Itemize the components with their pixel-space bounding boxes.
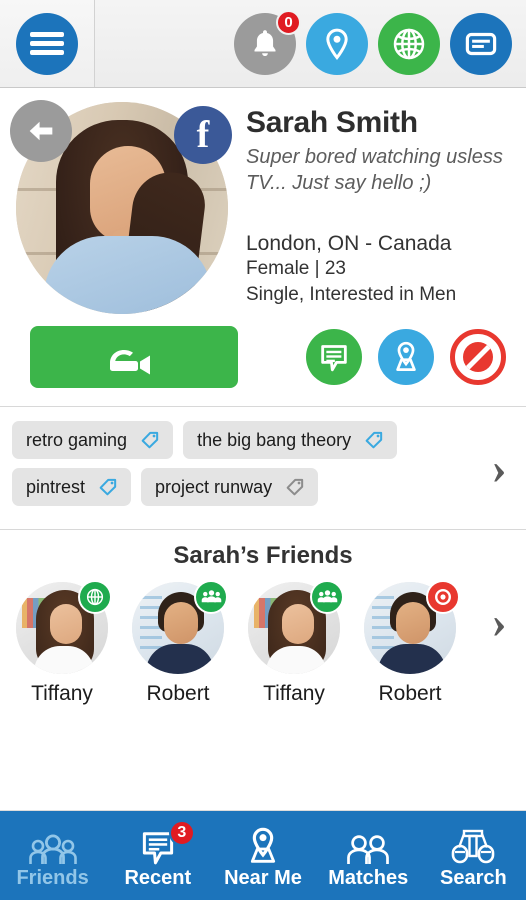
status-badge (194, 580, 228, 614)
nav-item-search[interactable]: Search (421, 811, 526, 900)
facebook-icon[interactable]: f (174, 106, 232, 164)
target-icon (435, 589, 451, 605)
profile-meta: London, ON - Canada Female | 23 Single, … (246, 232, 510, 307)
profile-photo-wrap: f (10, 100, 232, 314)
profile-info: Sarah Smith Super bored watching usless … (228, 102, 510, 314)
profile-relationship: Single, Interested in Men (246, 283, 457, 305)
facebook-glyph: f (196, 114, 210, 156)
app-root: 0 f Sarah Smith Super bored watching usl… (0, 0, 526, 900)
tag-label: project runway (155, 476, 273, 497)
bottom-navigation: Friends 3 Recent Near Me Matches Search (0, 810, 526, 900)
list-item[interactable]: Robert (130, 580, 228, 706)
friend-name: Tiffany (263, 682, 325, 705)
friend-name: Robert (146, 682, 210, 705)
top-bar: 0 (0, 0, 526, 88)
friend-name: Tiffany (31, 682, 93, 705)
profile-name: Sarah Smith (246, 106, 418, 139)
tag-row: retro gaming the big bang theory (12, 421, 472, 459)
nav-icon-wrap (28, 824, 78, 866)
bell-icon (254, 29, 276, 56)
status-badge (78, 580, 112, 614)
video-call-icon (110, 350, 150, 375)
message-card-icon (465, 32, 497, 55)
video-call-button[interactable] (30, 326, 238, 388)
profile-section: f Sarah Smith Super bored watching usles… (0, 88, 526, 320)
tags-section: retro gaming the big bang theory pintres… (0, 407, 526, 529)
nav-label: Matches (328, 866, 409, 889)
tag-item[interactable]: project runway (141, 468, 319, 506)
group-icon (317, 589, 337, 602)
map-pin-icon (326, 28, 348, 60)
tag-item[interactable]: the big bang theory (183, 421, 398, 459)
two-people-icon (347, 834, 390, 864)
nav-item-near-me[interactable]: Near Me (210, 811, 315, 900)
nav-item-friends[interactable]: Friends (0, 811, 105, 900)
nav-label: Near Me (224, 866, 302, 889)
notifications-button[interactable]: 0 (234, 9, 301, 75)
friends-more-button[interactable]: › (472, 582, 526, 645)
nav-label: Friends (16, 866, 89, 889)
binoculars-icon (452, 829, 495, 863)
list-item[interactable]: Tiffany (246, 580, 344, 706)
tag-label: the big bang theory (197, 429, 352, 450)
chat-bubble-icon (321, 345, 347, 372)
tag-icon (99, 478, 117, 496)
recent-badge: 3 (168, 819, 195, 846)
back-arrow-icon (29, 121, 53, 141)
chat-button[interactable] (306, 329, 362, 385)
hamburger-menu-icon[interactable] (16, 12, 78, 75)
nav-icon-wrap (450, 824, 496, 866)
tag-label: retro gaming (26, 429, 128, 450)
friends-section: Sarah’s Friends Tiffany Robert Tiffany R… (0, 530, 526, 716)
tag-icon (141, 431, 159, 449)
tag-item[interactable]: retro gaming (12, 421, 174, 459)
map-location-icon (396, 341, 416, 371)
nav-icon-wrap: 3 (137, 819, 195, 866)
list-item[interactable]: Tiffany (14, 580, 112, 706)
friends-row: Tiffany Robert Tiffany Robert › (0, 580, 526, 706)
profile-gender-age: Female | 23 (246, 258, 346, 280)
friends-list: Tiffany Robert Tiffany Robert (0, 580, 472, 706)
top-bar-actions: 0 (95, 0, 526, 87)
tags-more-button[interactable]: › (472, 444, 526, 490)
tag-icon (286, 478, 304, 496)
tags-list: retro gaming the big bang theory pintres… (0, 421, 472, 515)
map-button[interactable] (378, 329, 434, 385)
back-button[interactable] (10, 100, 72, 162)
action-buttons-row (0, 320, 526, 406)
tag-label: pintrest (26, 476, 86, 497)
nav-label: Search (440, 866, 507, 889)
globe-icon (86, 588, 104, 606)
globe-icon (393, 28, 425, 59)
status-badge (310, 580, 344, 614)
profile-location: London, ON - Canada (246, 232, 452, 256)
group-icon (201, 589, 221, 602)
nav-label: Recent (124, 866, 192, 889)
nav-icon-wrap (343, 824, 393, 866)
block-icon (463, 342, 493, 372)
near-me-button[interactable] (306, 12, 368, 75)
group-icon (28, 834, 77, 864)
tag-item[interactable]: pintrest (12, 468, 132, 506)
list-item[interactable]: Robert (362, 580, 460, 706)
tag-row: pintrest project runway (12, 468, 472, 506)
messages-button[interactable] (450, 12, 512, 75)
nav-item-matches[interactable]: Matches (316, 811, 421, 900)
block-button[interactable] (450, 329, 506, 385)
map-location-icon (250, 827, 276, 863)
tag-icon (365, 431, 383, 449)
menu-button-area[interactable] (0, 0, 95, 87)
global-button[interactable] (378, 12, 440, 75)
hamburger-lines (30, 28, 64, 59)
friend-name: Robert (378, 682, 442, 705)
nav-icon-wrap (241, 824, 285, 866)
profile-status: Super bored watching usless TV... Just s… (246, 146, 503, 194)
status-badge (426, 580, 460, 614)
notifications-badge: 0 (276, 9, 301, 35)
nav-item-recent[interactable]: 3 Recent (105, 811, 210, 900)
friends-title: Sarah’s Friends (173, 542, 353, 569)
